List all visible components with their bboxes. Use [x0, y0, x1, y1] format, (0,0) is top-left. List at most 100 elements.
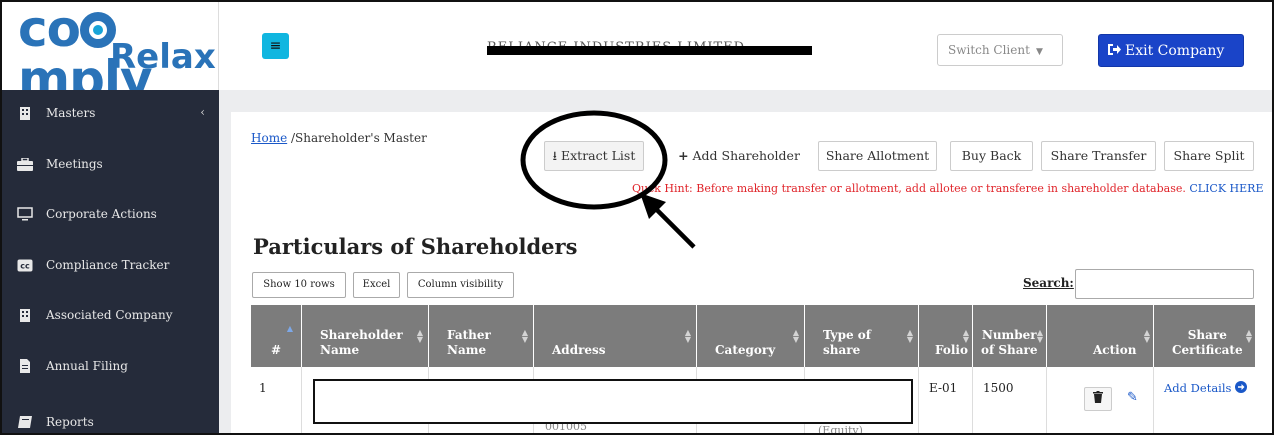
column-header-label: #	[271, 342, 282, 357]
pencil-icon: ✎	[1127, 390, 1138, 405]
logo-subtext: Relax	[110, 37, 216, 77]
cell-share-certificate	[1153, 367, 1255, 433]
sort-icon: ▲ ▼	[416, 327, 423, 344]
add-shareholder-label: Add Shareholder	[692, 148, 800, 163]
column-visibility-button[interactable]: Column visibility	[407, 272, 514, 298]
share-transfer-button[interactable]: Share Transfer	[1041, 141, 1156, 171]
sidebar-item-meetings[interactable]: Meetings	[2, 144, 219, 184]
column-header-label: Shareholder Name	[320, 328, 403, 357]
extract-list-button[interactable]: ⭳ Extract List	[544, 141, 644, 171]
type-tail: (Equity)	[818, 424, 863, 435]
briefcase-icon	[16, 157, 34, 171]
svg-text:cc: cc	[20, 261, 30, 270]
arrow-circle-right-icon	[1235, 381, 1248, 393]
column-header-index[interactable]: # ▲	[251, 305, 301, 367]
building-icon	[16, 106, 34, 120]
monitor-icon	[16, 207, 34, 221]
add-shareholder-button[interactable]: + Add Shareholder	[675, 141, 803, 171]
sign-out-icon	[1108, 44, 1121, 55]
share-split-button[interactable]: Share Split	[1164, 141, 1254, 171]
page-title: Particulars of Shareholders	[253, 234, 578, 259]
sidebar-item-label: Compliance Tracker	[46, 258, 170, 272]
extract-list-label: Extract List	[561, 148, 636, 163]
cell-number-of-share: 1500	[972, 367, 1046, 433]
sort-asc-icon: ▲	[286, 323, 293, 333]
app-window: comply Relax ≡ RELIANCE INDUSTRIES LIMIT…	[0, 0, 1274, 435]
sidebar-item-compliance-tracker[interactable]: cc Compliance Tracker	[2, 245, 219, 285]
column-header-label: Address	[552, 342, 606, 357]
column-header-folio[interactable]: Folio ▲ ▼	[918, 305, 972, 367]
breadcrumb-home-link[interactable]: Home	[251, 131, 287, 145]
excel-button[interactable]: Excel	[353, 272, 400, 298]
column-header-share-certificate[interactable]: Share Certificate ▲ ▼	[1153, 305, 1255, 367]
redaction-box	[313, 379, 913, 424]
hint-text-start: Qu	[632, 182, 649, 195]
cell-folio: E-01	[918, 367, 972, 433]
sidebar-item-reports[interactable]: Reports	[2, 402, 219, 433]
column-header-label: Number of Share	[981, 328, 1038, 357]
redaction-bar	[487, 46, 812, 55]
sidebar-item-label: Annual Filing	[46, 359, 128, 373]
plus-icon: +	[678, 148, 689, 163]
menu-icon: ≡	[269, 38, 282, 54]
column-header-category[interactable]: Category ▲ ▼	[696, 305, 804, 367]
sidebar-item-label: Reports	[46, 415, 94, 429]
switch-client-dropdown[interactable]: Switch Client ▼	[937, 34, 1063, 66]
column-header-action[interactable]: Action ▲ ▼	[1046, 305, 1153, 367]
caret-down-icon: ▼	[1035, 47, 1043, 57]
edit-button[interactable]: ✎	[1127, 390, 1138, 405]
logo[interactable]: comply Relax	[2, 2, 219, 104]
cell-index: 1	[259, 381, 267, 395]
sidebar-item-label: Associated Company	[46, 308, 173, 322]
add-details-link[interactable]: Add Details	[1164, 381, 1248, 395]
sort-icon: ▲ ▼	[1036, 327, 1043, 344]
breadcrumb-separator: /	[287, 131, 296, 145]
sort-icon: ▲ ▼	[962, 327, 969, 344]
column-header-label: Type of share	[823, 328, 871, 357]
sidebar-item-label: Meetings	[46, 157, 103, 171]
sidebar: Masters ‹ Meetings Corporate Actions cc …	[2, 90, 219, 433]
click-here-link[interactable]: CLICK HERE	[1189, 182, 1263, 195]
column-header-label: Category	[715, 342, 776, 357]
sort-icon: ▲ ▼	[792, 327, 799, 344]
quick-hint: Quck Hint: Before making transfer or all…	[632, 182, 1264, 195]
share-allotment-button[interactable]: Share Allotment	[818, 141, 937, 171]
sort-icon: ▲ ▼	[1245, 327, 1252, 344]
add-details-label: Add Details	[1164, 381, 1232, 395]
exit-company-label: Exit Company	[1125, 43, 1225, 59]
building-icon	[16, 308, 34, 322]
sidebar-item-corporate-actions[interactable]: Corporate Actions	[2, 194, 219, 234]
sort-icon: ▲ ▼	[906, 327, 913, 344]
search-label: Search:	[1023, 276, 1074, 290]
switch-client-label: Switch Client	[948, 43, 1030, 57]
menu-toggle-button[interactable]: ≡	[262, 33, 289, 59]
column-header-type-of-share[interactable]: Type of share ▲ ▼	[804, 305, 918, 367]
column-header-label: Father Name	[447, 328, 491, 357]
show-rows-button[interactable]: Show 10 rows	[252, 272, 346, 298]
cc-icon: cc	[16, 258, 34, 272]
sidebar-item-annual-filing[interactable]: Annual Filing	[2, 346, 219, 386]
trash-icon	[1093, 391, 1103, 406]
column-header-number-of-share[interactable]: Number of Share ▲ ▼	[972, 305, 1046, 367]
sort-icon: ▲ ▼	[1143, 327, 1150, 344]
sidebar-item-associated-company[interactable]: Associated Company	[2, 295, 219, 335]
book-icon	[16, 415, 34, 429]
delete-button[interactable]	[1084, 387, 1112, 411]
search-input[interactable]	[1075, 269, 1254, 299]
sidebar-item-masters[interactable]: Masters ‹	[2, 93, 219, 133]
hint-text: ck Hint: Before making transfer or allot…	[648, 182, 1186, 195]
sort-icon: ▲ ▼	[521, 327, 528, 344]
top-bar: comply Relax ≡ RELIANCE INDUSTRIES LIMIT…	[2, 2, 1272, 104]
breadcrumb-current: Shareholder's Master	[295, 131, 427, 145]
column-header-father-name[interactable]: Father Name ▲ ▼	[428, 305, 533, 367]
chevron-left-icon: ‹	[200, 105, 205, 119]
column-header-shareholder-name[interactable]: Shareholder Name ▲ ▼	[301, 305, 428, 367]
column-header-label: Action	[1093, 342, 1137, 357]
buy-back-button[interactable]: Buy Back	[950, 141, 1033, 171]
column-header-address[interactable]: Address ▲ ▼	[533, 305, 696, 367]
sidebar-item-label: Corporate Actions	[46, 207, 157, 221]
file-icon	[16, 359, 34, 373]
column-header-label: Folio	[935, 342, 968, 357]
sidebar-item-label: Masters	[46, 106, 96, 120]
exit-company-button[interactable]: Exit Company	[1098, 34, 1244, 67]
